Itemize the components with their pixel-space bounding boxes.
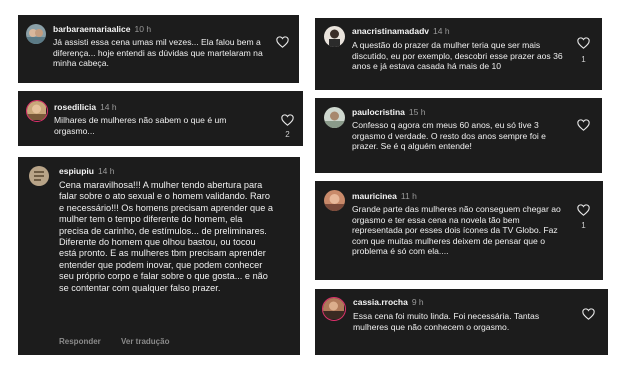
- avatar[interactable]: [324, 26, 345, 47]
- username[interactable]: rosedilicia: [54, 102, 96, 112]
- comment-card: anacristinamadadv 14 h A questão do praze…: [315, 18, 602, 90]
- avatar[interactable]: [324, 190, 345, 211]
- avatar[interactable]: [324, 107, 345, 128]
- reply-button[interactable]: Responder: [59, 337, 101, 346]
- comment-card: barbaraemariaalice 10 h Já assisti essa c…: [18, 15, 299, 83]
- comment-text: Confesso q agora cm meus 60 anos, eu só …: [352, 120, 546, 152]
- comment-text: Já assisti essa cena umas mil vezes... E…: [53, 37, 263, 69]
- like-count: 2: [285, 130, 290, 139]
- username[interactable]: anacristinamadadv: [352, 26, 429, 36]
- comment-card: paulocristina 15 h Confesso q agora cm me…: [315, 98, 602, 173]
- comment-text: Essa cena foi muito linda. Foi necessári…: [353, 311, 540, 332]
- text-fade: [18, 75, 299, 83]
- comment-card: rosedilicia 14 h Milhares de mulheres não…: [18, 91, 303, 146]
- avatar[interactable]: [322, 297, 346, 321]
- heart-outline-icon[interactable]: [577, 119, 590, 131]
- comment-text: Milhares de mulheres não sabem o que é u…: [54, 115, 227, 136]
- comment-text: A questão do prazer da mulher teria que …: [352, 40, 563, 72]
- comment-time: 11 h: [400, 191, 417, 201]
- heart-outline-icon[interactable]: [281, 114, 294, 126]
- comment-text: Grande parte das mulheres não conseguem …: [352, 204, 561, 257]
- comment-time: 14 h: [433, 26, 450, 36]
- avatar[interactable]: [26, 100, 48, 122]
- heart-outline-icon[interactable]: [577, 204, 590, 216]
- comment-time: 9 h: [411, 297, 424, 307]
- avatar[interactable]: [29, 166, 49, 186]
- comment-time: 14 h: [100, 102, 117, 112]
- username[interactable]: paulocristina: [352, 107, 405, 117]
- like-count: 1: [581, 221, 586, 230]
- heart-outline-icon[interactable]: [577, 37, 590, 49]
- avatar[interactable]: [26, 24, 46, 44]
- comment-text: Cena maravilhosa!!! A mulher tendo abert…: [59, 180, 273, 293]
- heart-outline-icon[interactable]: [276, 36, 289, 48]
- like-count: 1: [581, 55, 586, 64]
- comment-time: 15 h: [408, 107, 426, 117]
- username[interactable]: espiupiu: [59, 166, 94, 176]
- heart-outline-icon[interactable]: [582, 308, 595, 320]
- username[interactable]: mauricinea: [352, 191, 397, 201]
- username[interactable]: barbaraemariaalice: [53, 24, 131, 34]
- comment-card: cassia.rrocha 9 h Essa cena foi muito lin…: [315, 289, 608, 355]
- comment-time: 10 h: [134, 24, 152, 34]
- username[interactable]: cassia.rrocha: [353, 297, 408, 307]
- comment-time: 14 h: [97, 166, 115, 176]
- comment-card: espiupiu 14 h Cena maravilhosa!!! A mulhe…: [18, 157, 300, 355]
- see-translation-button[interactable]: Ver tradução: [121, 337, 169, 346]
- comment-card: mauricinea 11 h Grande parte das mulheres…: [315, 181, 603, 280]
